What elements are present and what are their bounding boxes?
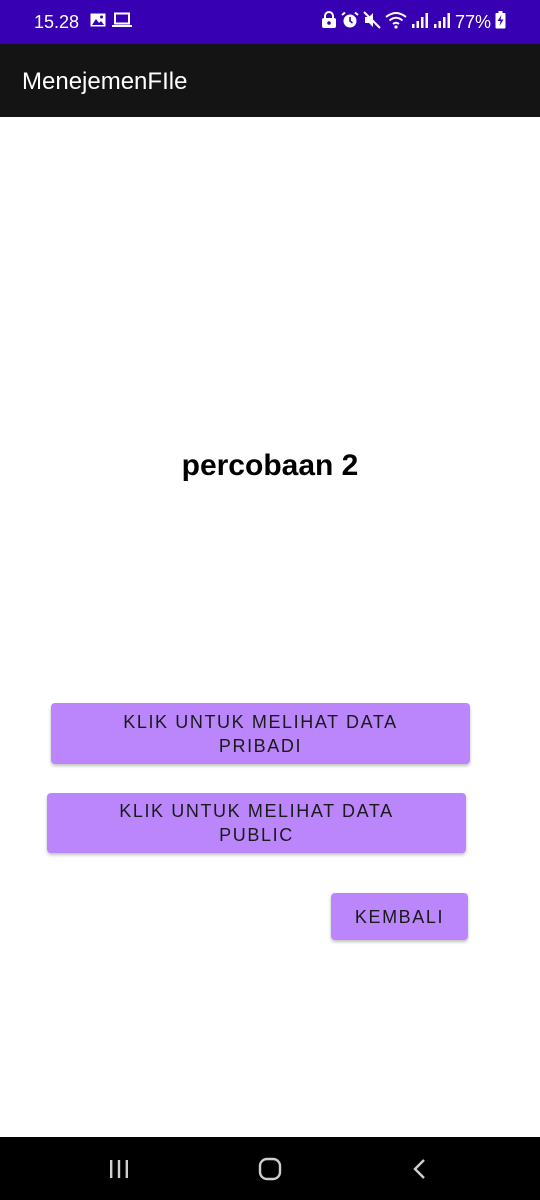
view-private-data-label-line2: PRIBADI [218,735,303,756]
view-private-data-label-line1: KLIK UNTUK MELIHAT DATA [123,711,398,732]
battery-icon [495,10,506,34]
status-time: 15.28 [34,12,80,32]
back-button-label: KEMBALI [354,906,445,927]
status-right-icons: 77% [321,10,506,34]
signal-icon [433,11,451,34]
laptop-icon [112,12,132,33]
wifi-icon [385,11,407,34]
screen: 15.28 77% MenejemenFIle percobaan 2 KLIK… [0,0,540,1200]
recents-icon[interactable] [99,1151,139,1187]
view-public-data-label-line1: KLIK UNTUK MELIHAT DATA [119,801,394,821]
signal-icon [411,11,429,34]
view-private-data-label: KLIK UNTUK MELIHAT DATA PRIBADI [123,710,398,758]
lock-icon [321,10,337,34]
navigation-bar [0,1137,540,1200]
battery-percentage: 77% [454,12,491,32]
image-icon [90,13,106,32]
page-heading: percobaan 2 [181,449,359,482]
status-bar: 15.28 77% [0,0,540,44]
app-bar: MenejemenFIle [0,44,540,117]
home-icon[interactable] [250,1151,290,1187]
alarm-icon [341,11,359,34]
back-button[interactable]: KEMBALI [331,893,468,940]
view-private-data-button[interactable]: KLIK UNTUK MELIHAT DATA PRIBADI [51,703,470,764]
view-public-data-label: KLIK UNTUK MELIHAT DATA PUBLIC [119,799,394,847]
app-title: MenejemenFIle [22,68,188,95]
status-left-icons [90,12,132,32]
back-icon[interactable] [400,1151,440,1187]
view-public-data-label-line2: PUBLIC [219,825,294,845]
mute-icon [363,10,381,34]
view-public-data-button[interactable]: KLIK UNTUK MELIHAT DATA PUBLIC [47,793,466,853]
